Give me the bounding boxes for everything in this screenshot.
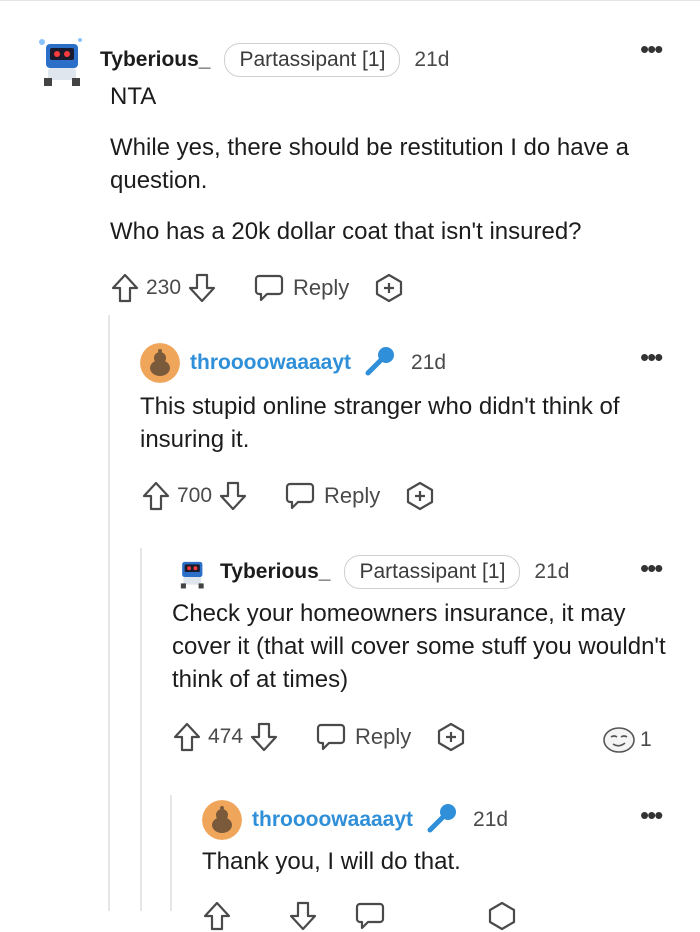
comment-paragraph: NTA bbox=[110, 83, 157, 110]
award-display[interactable]: 1 bbox=[602, 726, 652, 754]
top-divider bbox=[0, 0, 700, 1]
award-plus-icon[interactable] bbox=[373, 272, 405, 304]
downvote-icon[interactable] bbox=[218, 480, 248, 512]
microphone-icon bbox=[425, 801, 459, 840]
award-plus-icon[interactable] bbox=[435, 721, 467, 753]
comment-paragraph: Check your homeowners insurance, it may … bbox=[172, 600, 666, 693]
downvote-icon[interactable] bbox=[288, 900, 318, 932]
username[interactable]: Tyberious_ bbox=[100, 48, 210, 72]
microphone-icon bbox=[363, 344, 397, 383]
timestamp: 21d bbox=[414, 48, 450, 71]
username[interactable]: throooowaaaayt bbox=[252, 808, 413, 832]
username[interactable]: Tyberious_ bbox=[220, 560, 330, 584]
more-options-icon[interactable]: ••• bbox=[640, 36, 663, 62]
reply-button[interactable]: Reply bbox=[253, 273, 349, 303]
comment-body: Thank you, I will do that. bbox=[202, 845, 682, 896]
reply-icon bbox=[284, 481, 316, 511]
comment-body: NTA While yes, there should be restituti… bbox=[110, 80, 680, 266]
thread-line[interactable] bbox=[140, 548, 142, 911]
thread-line[interactable] bbox=[108, 315, 110, 911]
reply-icon[interactable] bbox=[354, 901, 386, 931]
comment-paragraph: Who has a 20k dollar coat that isn't ins… bbox=[110, 218, 582, 245]
user-flair: Partassipant [1] bbox=[224, 43, 401, 77]
timestamp: 21d bbox=[411, 351, 447, 374]
awkward-award-icon bbox=[602, 726, 636, 754]
reply-label: Reply bbox=[324, 483, 381, 508]
award-plus-icon[interactable] bbox=[486, 900, 518, 932]
timestamp: 21d bbox=[473, 808, 509, 831]
reply-label: Reply bbox=[355, 724, 412, 749]
comment-header: Tyberious_ Partassipant [1] 21d bbox=[172, 553, 569, 591]
comment-paragraph: This stupid online stranger who didn't t… bbox=[140, 393, 620, 453]
thread-line[interactable] bbox=[170, 795, 172, 911]
timestamp: 21d bbox=[534, 560, 570, 583]
more-options-icon[interactable]: ••• bbox=[640, 344, 663, 370]
upvote-icon[interactable] bbox=[202, 900, 232, 932]
vote-score: 230 bbox=[146, 276, 182, 299]
award-plus-icon[interactable] bbox=[404, 480, 436, 512]
upvote-icon[interactable] bbox=[110, 272, 140, 304]
reply-button[interactable]: Reply bbox=[315, 722, 411, 752]
reply-icon bbox=[253, 273, 285, 303]
reply-icon bbox=[315, 722, 347, 752]
comment-actions bbox=[202, 900, 518, 932]
snoo-avatar[interactable] bbox=[202, 800, 242, 840]
downvote-icon[interactable] bbox=[187, 272, 217, 304]
robot-avatar[interactable] bbox=[172, 553, 210, 591]
comment-paragraph: Thank you, I will do that. bbox=[202, 848, 461, 875]
more-options-icon[interactable]: ••• bbox=[640, 555, 663, 581]
robot-avatar[interactable] bbox=[30, 30, 90, 90]
reply-button[interactable]: Reply bbox=[284, 481, 380, 511]
comment-paragraph: While yes, there should be restitution I… bbox=[110, 134, 629, 194]
award-count: 1 bbox=[640, 728, 652, 751]
vote-score: 474 bbox=[208, 725, 244, 748]
downvote-icon[interactable] bbox=[249, 721, 279, 753]
comment-header: throooowaaaayt 21d bbox=[140, 343, 446, 383]
comment-actions: 230 Reply bbox=[110, 272, 405, 304]
more-options-icon[interactable]: ••• bbox=[640, 802, 663, 828]
comment-body: Check your homeowners insurance, it may … bbox=[172, 597, 672, 714]
comment-actions: 700 Reply bbox=[141, 480, 436, 512]
vote-score: 700 bbox=[177, 484, 213, 507]
username[interactable]: throooowaaaayt bbox=[190, 351, 351, 375]
upvote-icon[interactable] bbox=[172, 721, 202, 753]
user-flair: Partassipant [1] bbox=[344, 555, 521, 589]
snoo-avatar[interactable] bbox=[140, 343, 180, 383]
comment-body: This stupid online stranger who didn't t… bbox=[140, 390, 680, 474]
upvote-icon[interactable] bbox=[141, 480, 171, 512]
comment-header: throooowaaaayt 21d bbox=[202, 800, 508, 840]
comment-actions: 474 Reply bbox=[172, 721, 467, 753]
reply-label: Reply bbox=[293, 275, 350, 300]
